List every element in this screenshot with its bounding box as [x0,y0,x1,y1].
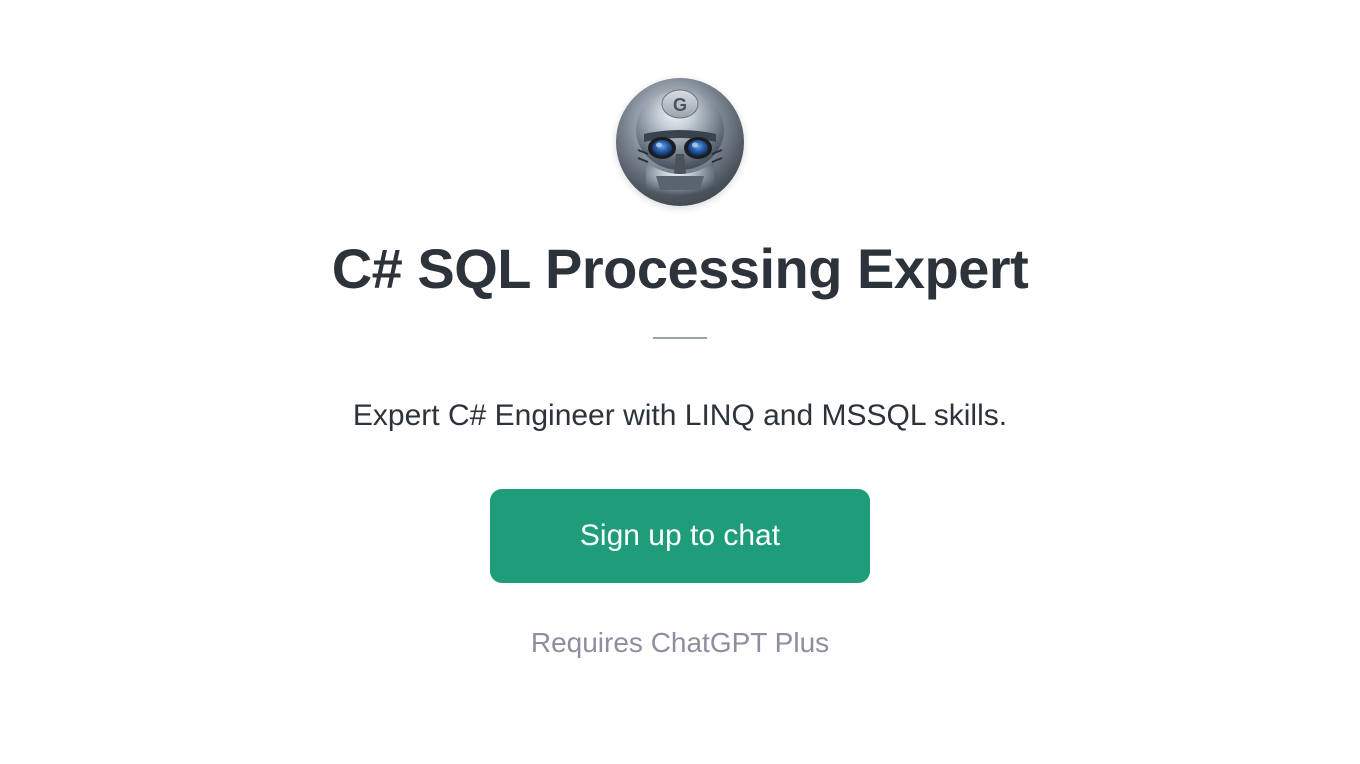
divider [653,337,707,339]
signup-button[interactable]: Sign up to chat [490,489,870,583]
page-title: C# SQL Processing Expert [332,236,1029,301]
avatar: G [616,78,744,206]
svg-text:G: G [673,95,687,115]
robot-avatar-icon: G [616,78,744,206]
requires-text: Requires ChatGPT Plus [531,627,829,659]
description-text: Expert C# Engineer with LINQ and MSSQL s… [353,399,1007,433]
